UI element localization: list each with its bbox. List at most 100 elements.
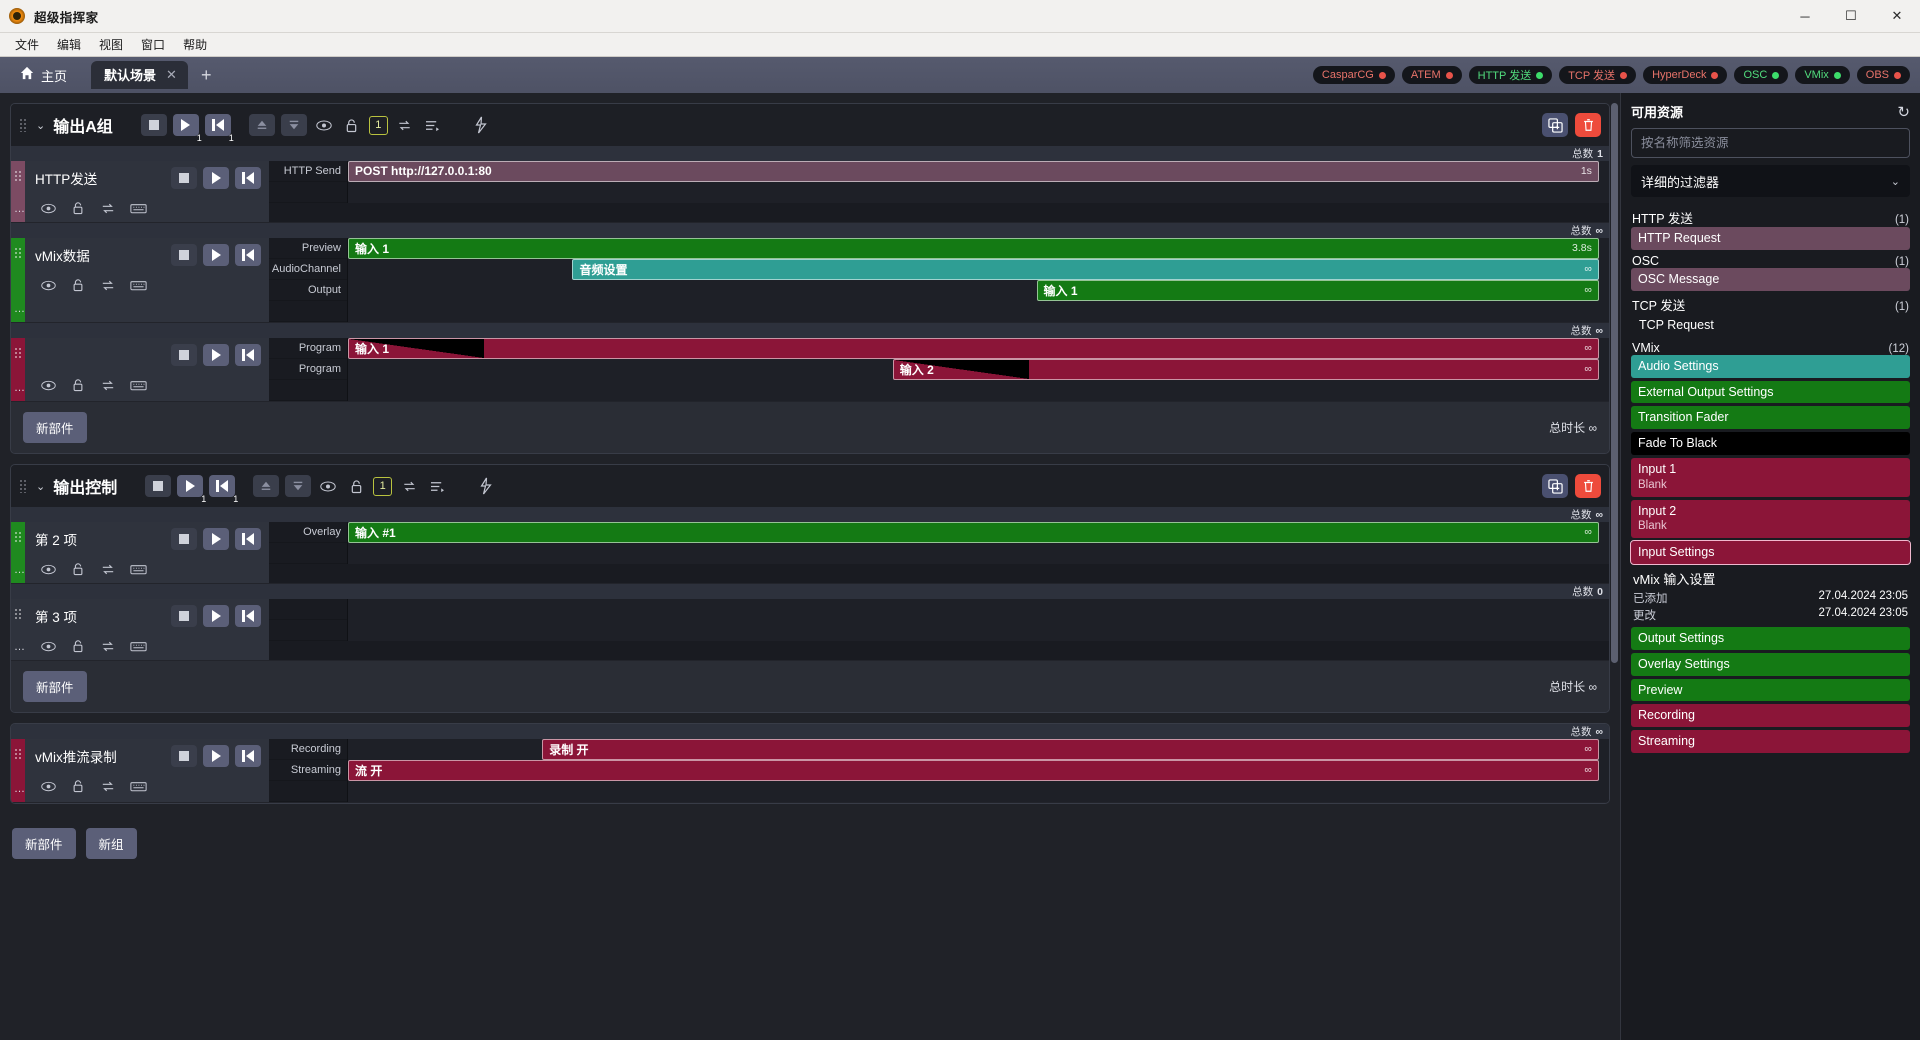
resource-item[interactable]: OSC Message [1631,267,1910,291]
new-group-button[interactable]: 新组 [85,828,137,859]
eye-icon[interactable] [37,776,59,796]
resource-filter-input[interactable] [1631,128,1910,158]
skip-back-button[interactable] [235,605,261,627]
track-lane[interactable]: 输入 1 ∞ [347,279,1609,301]
skip-back-button[interactable] [235,244,261,266]
resource-item[interactable]: Fade To Black [1631,432,1910,456]
drag-handle-icon[interactable] [14,347,22,359]
collapse-up-button[interactable] [248,114,275,136]
skip-back-button[interactable] [235,528,261,550]
close-button[interactable]: ✕ [1874,0,1920,32]
status-pill[interactable]: ATEM [1401,66,1462,84]
track-lane[interactable] [347,780,1609,802]
status-pill[interactable]: TCP 发送 [1559,66,1637,84]
delete-group-button[interactable] [1575,474,1601,498]
resource-item[interactable]: TCP Request [1631,314,1910,337]
menu-help[interactable]: 帮助 [174,33,216,56]
new-part-button[interactable]: 新部件 [23,412,87,443]
drag-handle-icon[interactable] [14,748,22,760]
track-lane[interactable]: 输入 1 3.8s [347,237,1609,259]
eye-icon[interactable] [37,375,59,395]
track-lane[interactable]: 输入 #1 ∞ [347,521,1609,543]
repeat-count-box[interactable]: 1 [373,476,393,496]
row-menu-icon[interactable]: … [14,783,26,795]
collapse-down-button[interactable] [280,114,307,136]
lock-icon[interactable] [67,636,89,656]
play-button[interactable]: 1 [172,114,202,143]
stop-button[interactable] [171,528,197,550]
drag-handle-icon[interactable] [14,247,22,259]
drag-handle-icon[interactable] [14,608,22,620]
maximize-button[interactable]: ☐ [1828,0,1874,32]
menu-window[interactable]: 窗口 [132,33,174,56]
track-lane[interactable]: 流 开 ∞ [347,759,1609,781]
drag-handle-icon[interactable] [14,170,22,182]
keyboard-icon[interactable] [127,198,149,218]
status-pill[interactable]: HyperDeck [1643,66,1728,84]
track-lane[interactable] [347,619,1609,641]
new-part-button[interactable]: 新部件 [12,828,76,859]
resource-category-header[interactable]: OSC (1) [1631,254,1910,268]
skip-back-button[interactable]: 1 [204,114,234,143]
eye-icon[interactable] [37,275,59,295]
close-icon[interactable]: ✕ [166,68,177,81]
menu-edit[interactable]: 编辑 [48,33,90,56]
keyboard-icon[interactable] [127,275,149,295]
resource-item[interactable]: Recording [1631,704,1910,728]
eye-icon[interactable] [317,476,339,496]
resource-category-header[interactable]: TCP 发送 (1) [1631,295,1910,314]
resource-item[interactable]: Input 1 Blank [1631,458,1910,497]
track-lane[interactable] [347,300,1609,322]
resource-item[interactable]: Preview [1631,678,1910,702]
delete-group-button[interactable] [1575,113,1601,137]
skip-back-button[interactable] [235,167,261,189]
resource-item[interactable]: Streaming [1631,730,1910,754]
row-menu-icon[interactable]: … [14,382,26,394]
loop-icon[interactable] [97,275,119,295]
keyboard-icon[interactable] [127,776,149,796]
keyboard-icon[interactable] [127,375,149,395]
scrollbar-thumb[interactable] [1611,103,1618,663]
resource-category-header[interactable]: HTTP 发送 (1) [1631,208,1910,227]
play-button[interactable] [203,605,229,627]
timeline-clip[interactable]: 输入 2 ∞ [892,358,1599,380]
row-menu-icon[interactable]: … [14,641,26,653]
timeline-clip[interactable]: 流 开 ∞ [348,759,1599,781]
collapse-up-button[interactable] [253,475,280,497]
resource-category-header[interactable]: VMix (12) [1631,341,1910,355]
resource-item[interactable]: Transition Fader [1631,406,1910,430]
track-lane[interactable]: 输入 2 ∞ [347,358,1609,380]
eye-icon[interactable] [37,636,59,656]
new-part-button[interactable]: 新部件 [23,671,87,702]
minimize-button[interactable]: ─ [1782,0,1828,32]
play-button[interactable] [203,344,229,366]
resource-item[interactable]: HTTP Request [1631,227,1910,250]
drag-handle-icon[interactable] [19,118,28,132]
skip-back-button[interactable] [235,745,261,767]
resource-item[interactable]: External Output Settings [1631,380,1910,404]
track-lane[interactable] [347,542,1609,564]
status-pill[interactable]: VMix [1795,66,1850,84]
add-tab-button[interactable]: + [192,66,221,84]
track-lane[interactable] [347,598,1609,620]
stop-button[interactable] [171,344,197,366]
timeline-clip[interactable]: 录制 开 ∞ [542,738,1599,760]
row-menu-icon[interactable]: … [14,564,26,576]
status-pill[interactable]: HTTP 发送 [1468,66,1553,84]
loop-icon[interactable] [97,198,119,218]
advanced-filters-toggle[interactable]: 详细的过滤器 ⌄ [1631,165,1910,197]
lock-icon[interactable] [67,375,89,395]
status-pill[interactable]: OBS [1856,66,1910,84]
lightning-icon[interactable] [474,476,496,496]
play-button[interactable] [203,528,229,550]
chevron-down-icon[interactable]: ⌄ [34,480,47,493]
loop-icon[interactable] [97,776,119,796]
track-lane[interactable]: POST http://127.0.0.1:80 1s [347,160,1609,182]
lock-icon[interactable] [345,476,367,496]
resource-item[interactable]: Input 2 Blank [1631,499,1910,538]
eye-icon[interactable] [313,115,335,135]
timeline-clip[interactable]: 输入 1 ∞ [348,337,1599,359]
keyboard-icon[interactable] [127,636,149,656]
loop-icon[interactable] [97,559,119,579]
workspace-scrollbar[interactable] [1611,103,1618,1040]
